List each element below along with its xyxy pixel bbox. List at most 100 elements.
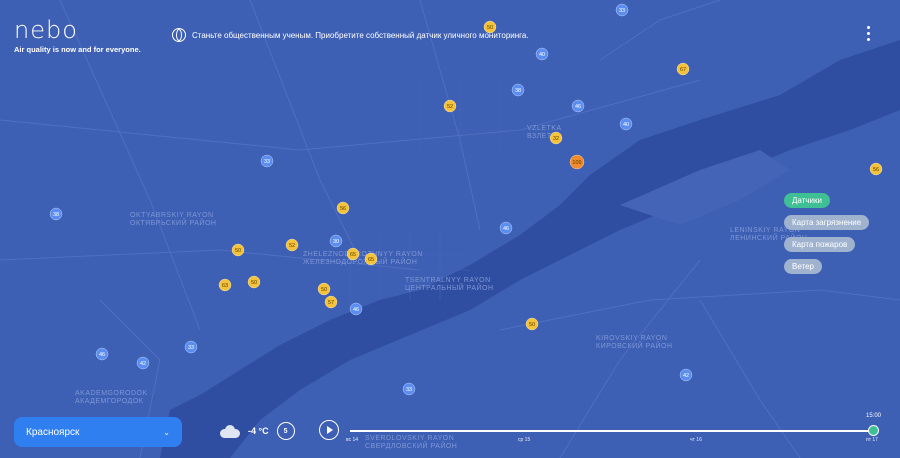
- sensor-marker[interactable]: 46: [95, 347, 109, 361]
- sensor-value: 42: [683, 373, 689, 379]
- sensor-value: 46: [353, 307, 359, 313]
- sensor-value: 33: [188, 345, 194, 351]
- sensor-marker[interactable]: 33: [615, 3, 629, 17]
- sensor-marker[interactable]: 67: [676, 62, 690, 76]
- map-label: ЖЕЛЕЗНОДОРОЖНЫЙ РАЙОН: [303, 257, 417, 266]
- sensor-value: 109: [572, 160, 581, 166]
- timeline-day-label: вс 14: [346, 437, 359, 443]
- sensor-marker[interactable]: 33: [260, 154, 274, 168]
- sensor-value: 50: [529, 322, 535, 328]
- sensor-marker[interactable]: 42: [136, 356, 150, 370]
- wind-speed-icon: 5: [276, 422, 295, 440]
- sensor-value: 46: [99, 352, 105, 358]
- sensor-marker[interactable]: 32: [549, 131, 563, 145]
- sensor-value: 57: [328, 300, 334, 306]
- sensor-marker[interactable]: 33: [402, 382, 416, 396]
- sensor-value: 56: [873, 167, 879, 173]
- wind-speed-value: 5: [283, 427, 288, 435]
- timeline-day-label: пт 17: [866, 437, 878, 443]
- map-label: VZLETKA: [527, 125, 562, 132]
- sensor-value: 46: [503, 226, 509, 232]
- temperature: -4 °C: [248, 426, 269, 436]
- sensor-marker[interactable]: 30: [329, 234, 343, 248]
- sensor-value: 63: [222, 283, 228, 289]
- more-menu-icon[interactable]: [867, 26, 870, 41]
- chevron-down-icon: ⌄: [163, 427, 170, 437]
- city-select[interactable]: Красноярск ⌄: [14, 417, 182, 447]
- sensor-marker[interactable]: 52: [443, 99, 457, 113]
- sensor-marker[interactable]: 52: [285, 238, 299, 252]
- sensor-marker[interactable]: 40: [535, 47, 549, 61]
- sensor-marker[interactable]: 46: [349, 302, 363, 316]
- tagline: Air quality is now and for everyone.: [14, 45, 141, 54]
- sensor-value: 52: [447, 104, 453, 110]
- map-label: ОКТЯБРЬСКИЙ РАЙОН: [130, 218, 216, 227]
- sensor-marker[interactable]: 50: [231, 243, 245, 257]
- sensor-value: 65: [368, 257, 374, 263]
- sensor-value: 67: [680, 67, 686, 73]
- sensor-marker[interactable]: 65: [346, 247, 360, 261]
- map-label: ZHELEZNODOROZHNYY RAYON: [303, 251, 423, 258]
- sensor-marker[interactable]: 33: [184, 340, 198, 354]
- timeline-thumb[interactable]: [868, 425, 879, 436]
- sensor-value: 56: [340, 206, 346, 212]
- sensor-value: 40: [623, 122, 629, 128]
- promo-text[interactable]: Станьте общественным ученым. Приобретите…: [192, 31, 529, 40]
- sensor-marker[interactable]: 50: [525, 317, 539, 331]
- sensor-value: 32: [553, 136, 559, 142]
- layer-pollution-map-button[interactable]: Карта загрязнение: [784, 215, 870, 230]
- sensor-value: 65: [350, 252, 356, 258]
- timeline-day-label: ср 15: [518, 437, 531, 443]
- sensor-marker[interactable]: 65: [364, 252, 378, 266]
- sensor-marker[interactable]: 46: [499, 221, 513, 235]
- sensor-value: 40: [539, 52, 545, 58]
- layer-switcher: Датчики Карта загрязнение Карта пожаров …: [784, 193, 870, 274]
- sensor-value: 38: [515, 88, 521, 94]
- sensor-marker[interactable]: 46: [571, 99, 585, 113]
- timeline-day-label: чт 16: [690, 437, 702, 443]
- city-select-value: Красноярск: [26, 426, 80, 438]
- sensor-value: 50: [251, 280, 257, 286]
- weather-widget: -4 °C 5: [220, 422, 295, 440]
- sensor-marker[interactable]: 57: [324, 295, 338, 309]
- sensor-marker[interactable]: 63: [218, 278, 232, 292]
- sensor-value: 33: [619, 8, 625, 14]
- map-label: ЦЕНТРАЛЬНЫЙ РАЙОН: [405, 283, 494, 292]
- sensor-value: 33: [264, 159, 270, 165]
- map-label: СВЕРДЛОВСКИЙ РАЙОН: [365, 441, 457, 450]
- sensor-value: 50: [321, 287, 327, 293]
- sensor-marker[interactable]: 38: [49, 207, 63, 221]
- sensor-value: 46: [575, 104, 581, 110]
- layer-sensors-button[interactable]: Датчики: [784, 193, 830, 208]
- map-label: OKTYABRSKIY RAYON: [130, 212, 214, 219]
- sensor-marker[interactable]: 50: [317, 282, 331, 296]
- sensor-marker[interactable]: 38: [511, 83, 525, 97]
- sensor-marker[interactable]: 56: [869, 162, 883, 176]
- map-label: SVERDLOVSKIY RAYON: [365, 435, 454, 442]
- sensor-marker[interactable]: 56: [336, 201, 350, 215]
- current-time-label: 15:00: [866, 413, 882, 419]
- map-label: TSENTRALNYY RAYON: [405, 277, 491, 284]
- map-label: КИРОВСКИЙ РАЙОН: [596, 341, 673, 350]
- sensor-marker[interactable]: 40: [619, 117, 633, 131]
- sensor-marker[interactable]: 109: [569, 154, 585, 170]
- map-label: АКАДЕМГОРОДОК: [75, 398, 144, 405]
- layer-fire-map-button[interactable]: Карта пожаров: [784, 237, 856, 252]
- promo-banner[interactable]: Станьте общественным ученым. Приобретите…: [172, 28, 529, 42]
- play-button[interactable]: [319, 420, 339, 440]
- globe-icon: [172, 28, 186, 42]
- sensor-marker[interactable]: 50: [247, 275, 261, 289]
- timeline-track[interactable]: [350, 430, 873, 432]
- nebo-logo[interactable]: nebo: [14, 16, 78, 44]
- sensor-value: 33: [406, 387, 412, 393]
- layer-wind-button[interactable]: Ветер: [784, 259, 822, 274]
- sensor-value: 30: [333, 239, 339, 245]
- sensor-value: 38: [53, 212, 59, 218]
- cloud-icon: [220, 425, 240, 438]
- map-label: AKADEMGORODOK: [75, 390, 148, 397]
- sensor-value: 50: [235, 248, 241, 254]
- map-label: KIROVSKIY RAYON: [596, 335, 667, 342]
- sensor-value: 42: [140, 361, 146, 367]
- city-map[interactable]: OKTYABRSKIY RAYON ОКТЯБРЬСКИЙ РАЙОН ZHEL…: [0, 0, 900, 458]
- sensor-marker[interactable]: 42: [679, 368, 693, 382]
